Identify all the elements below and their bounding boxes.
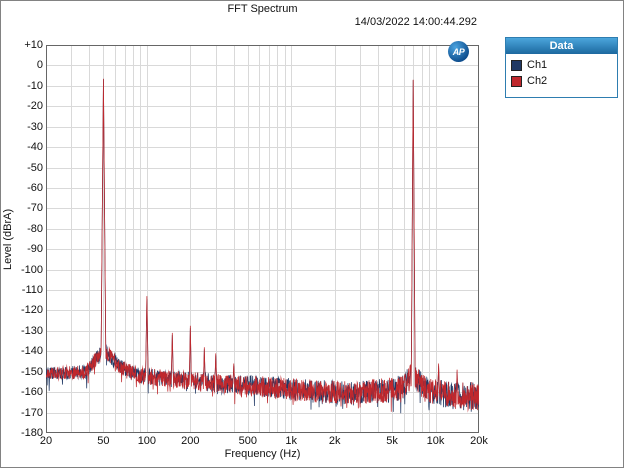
y-axis-title: Level (dBrA) <box>2 208 14 270</box>
x-axis-title: Frequency (Hz) <box>224 448 301 460</box>
x-tick-label: 10k <box>426 435 445 447</box>
x-tick-label: 200 <box>181 435 200 447</box>
page-title: FFT Spectrum <box>227 3 298 15</box>
plot-canvas[interactable] <box>46 45 479 433</box>
ap-logo-icon: AP <box>448 41 469 62</box>
legend-header[interactable]: Data <box>506 38 617 54</box>
ch1-color-swatch <box>511 59 522 71</box>
legend-item-ch2[interactable]: Ch2 <box>506 73 617 89</box>
x-tick-label: 20 <box>39 435 53 447</box>
x-tick-label: 5k <box>386 435 398 447</box>
legend-item-ch1[interactable]: Ch1 <box>506 57 617 73</box>
fft-spectrum-window: FFT Spectrum 14/03/2022 14:00:44.292 +10… <box>0 0 624 468</box>
legend-panel: Data Ch1 Ch2 <box>505 37 618 98</box>
measurement-timestamp: 14/03/2022 14:00:44.292 <box>354 16 477 28</box>
x-tick-label: 1k <box>285 435 298 447</box>
legend-body: Ch1 Ch2 <box>506 54 617 97</box>
x-tick-label: 50 <box>97 435 110 447</box>
x-tick-label: 20k <box>470 435 488 447</box>
x-tick-label: 100 <box>137 435 157 447</box>
x-tick-label: 2k <box>328 435 341 447</box>
x-tick-label: 500 <box>238 435 257 447</box>
legend-item-label: Ch2 <box>527 75 548 87</box>
legend-item-label: Ch1 <box>527 59 548 71</box>
ch2-color-swatch <box>511 75 522 87</box>
